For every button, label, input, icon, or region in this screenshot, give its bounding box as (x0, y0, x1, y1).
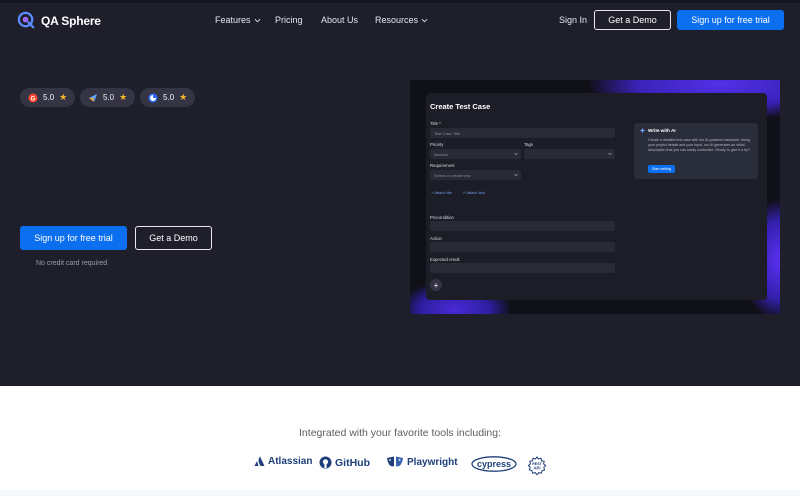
rating-badge-g2[interactable]: G 5.0 ★ (20, 88, 76, 107)
playwright-logo: Playwright (386, 456, 458, 468)
rating-score: 5.0 (163, 93, 175, 102)
rating-badge-capterra[interactable]: 5.0 ★ (80, 88, 136, 107)
cypress-label: cypress (477, 459, 511, 469)
qa-sphere-logo-icon (17, 11, 35, 29)
cypress-logo: cypress (471, 456, 517, 472)
chevron-down-icon (608, 152, 612, 156)
chevron-down-icon (514, 152, 518, 156)
action-input[interactable] (430, 242, 615, 252)
star-icon: ★ (59, 92, 68, 102)
nav-get-demo-button[interactable]: Get a Demo (594, 10, 671, 30)
github-logo: GitHub (319, 456, 370, 469)
chevron-down-icon (514, 173, 518, 177)
precondition-input[interactable] (430, 221, 615, 231)
playwright-icon (387, 456, 403, 467)
atlassian-icon (254, 456, 265, 466)
rest-api-label-bottom: API (534, 466, 541, 471)
star-icon: ★ (179, 92, 188, 102)
nav-resources-label: Resources (375, 15, 419, 25)
expected-result-label: Expected result (430, 257, 460, 262)
start-writing-button[interactable]: Start writing (648, 165, 675, 173)
priority-select[interactable]: Medium (430, 149, 521, 159)
title-label: Title * (430, 121, 441, 126)
playwright-label: Playwright (407, 456, 458, 468)
review-site-icon (148, 93, 158, 103)
nav-features[interactable]: Features (215, 15, 261, 25)
priority-label: Priority (430, 142, 444, 147)
requirement-placeholder: Select or create new (434, 172, 471, 178)
sign-in-label: Sign In (559, 15, 588, 25)
nav-resources[interactable]: Resources (375, 15, 428, 25)
github-label: GitHub (335, 456, 370, 469)
rest-api-icon: REST API (527, 456, 547, 476)
rating-badge-review[interactable]: 5.0 ★ (140, 88, 196, 107)
title-input[interactable]: Test Case Title (430, 128, 615, 138)
nav-pricing-label: Pricing (275, 15, 303, 25)
rating-score: 5.0 (43, 93, 55, 102)
hero-demo-button[interactable]: Get a Demo (135, 226, 212, 250)
product-preview: Create Test Case Title * Test Case Title… (410, 80, 780, 314)
svg-text:G: G (31, 96, 36, 102)
brand-logo[interactable]: QA Sphere (17, 11, 101, 30)
precondition-label: Precondition (430, 215, 454, 220)
star-icon: ★ (119, 92, 128, 102)
capterra-icon (88, 93, 98, 103)
chevron-down-icon (254, 18, 260, 22)
hero-signup-button[interactable]: Sign up for free trial (20, 226, 127, 250)
brand-name: QA Sphere (41, 13, 101, 28)
ai-card-title: Write with AI (648, 128, 676, 133)
tags-label: Tags (524, 142, 534, 147)
integrations-heading: Integrated with your favorite tools incl… (299, 427, 501, 439)
expected-result-input[interactable] (430, 263, 615, 273)
sparkle-icon (639, 127, 646, 134)
nav-pricing[interactable]: Pricing (275, 15, 303, 25)
cypress-icon: cypress (471, 456, 517, 472)
rest-api-logo: REST API (527, 456, 547, 476)
panel-title: Create Test Case (430, 102, 491, 111)
section-divider (0, 490, 800, 496)
requirement-label: Requirement (430, 163, 455, 168)
nav-signup-button[interactable]: Sign up for free trial (677, 10, 784, 30)
priority-value: Medium (434, 151, 449, 157)
tags-select[interactable] (524, 149, 615, 159)
nav-about-label: About Us (321, 15, 359, 25)
ai-card-body: Create a detailed test case with our AI-… (648, 138, 751, 153)
attach-file-link[interactable]: + Attach file (431, 190, 452, 195)
requirement-select[interactable]: Select or create new (430, 170, 521, 180)
g2-icon: G (28, 93, 38, 103)
atlassian-logo: Atlassian (254, 456, 312, 467)
github-icon (319, 456, 332, 469)
add-step-button[interactable]: + (430, 279, 442, 291)
chevron-down-icon (421, 18, 428, 22)
atlassian-label: Atlassian (268, 456, 313, 467)
nav-features-label: Features (215, 15, 251, 25)
nav-about[interactable]: About Us (321, 15, 358, 25)
sign-in-link[interactable]: Sign In (559, 15, 587, 25)
rating-score: 5.0 (103, 93, 115, 102)
attach-link-link[interactable]: ↗ Attach link (462, 190, 485, 195)
no-credit-card-note: No credit card required (36, 260, 108, 267)
write-with-ai-card: Write with AI Create a detailed test cas… (634, 123, 758, 179)
action-label: Action (430, 236, 442, 241)
top-strip (0, 0, 800, 3)
